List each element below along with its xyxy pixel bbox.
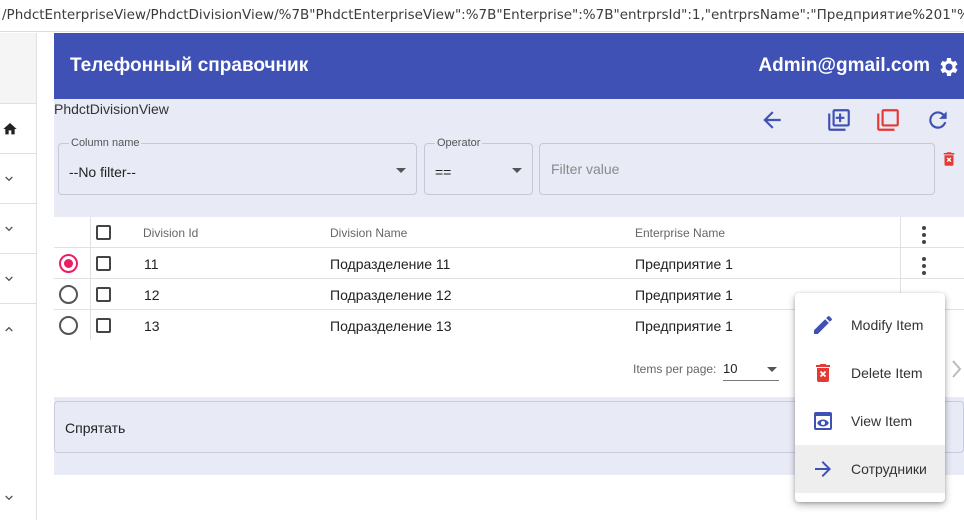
dropdown-arrow-icon (396, 168, 406, 173)
column-name-label: Column name (69, 137, 142, 149)
division-id-cell: 12 (144, 287, 160, 303)
menu-item-label: Сотрудники (851, 461, 927, 477)
table-row[interactable]: 11 Подразделение 11 Предприятие 1 (54, 248, 964, 279)
chevron-down-icon (5, 495, 13, 501)
arrow-right-icon (815, 461, 831, 477)
column-header-enterprise-name[interactable]: Enterprise Name (635, 226, 725, 240)
table-header-row: Division Id Division Name Enterprise Nam… (54, 217, 964, 248)
column-name-select[interactable]: Column name --No filter-- (58, 137, 417, 195)
column-name-value: --No filter-- (69, 164, 136, 180)
row-checkbox[interactable] (96, 256, 111, 271)
menu-item-label: View Item (851, 413, 913, 429)
address-bar[interactable]: /PhdctEnterpriseView/PhdctDivisionView/%… (0, 0, 964, 32)
items-per-page-select[interactable]: 10 (723, 361, 779, 381)
app-header: Телефонный справочник Admin@gmail.com (54, 33, 964, 99)
division-name-cell: Подразделение 12 (330, 287, 452, 303)
filter-value-placeholder: Filter value (551, 161, 620, 177)
row-radio[interactable] (59, 285, 78, 304)
enterprise-name-cell: Предприятие 1 (635, 318, 733, 334)
view-name: PhdctDivisionView (54, 101, 169, 117)
operator-select[interactable]: Operator == (424, 137, 533, 195)
select-all-icon[interactable] (875, 107, 901, 133)
menu-item-modify[interactable]: Modify Item (795, 301, 945, 349)
hide-label: Спрятать (65, 420, 126, 436)
chevron-down-icon (5, 176, 13, 182)
sidebar-item-expand-3[interactable] (0, 254, 36, 304)
filter-value-input[interactable]: Filter value (539, 143, 935, 195)
dropdown-arrow-icon (512, 168, 522, 173)
sidebar (0, 33, 37, 520)
menu-item-view[interactable]: View Item (795, 397, 945, 445)
sidebar-item-expand-1[interactable] (0, 154, 36, 204)
user-email[interactable]: Admin@gmail.com (758, 55, 930, 77)
view-icon (814, 412, 832, 430)
home-icon (3, 123, 17, 135)
refresh-icon[interactable] (925, 107, 951, 133)
division-name-cell: Подразделение 11 (330, 256, 451, 272)
menu-item-employees[interactable]: Сотрудники (795, 445, 945, 493)
row-context-menu: Modify Item Delete Item View Item Сотруд… (795, 293, 945, 502)
sidebar-top (0, 33, 36, 104)
division-name-cell: Подразделение 13 (330, 318, 452, 334)
division-id-cell: 13 (144, 318, 160, 334)
pencil-icon (814, 316, 832, 334)
filter-panel: PhdctDivisionView Column name --No filte… (54, 99, 964, 217)
menu-item-label: Delete Item (851, 365, 923, 381)
sidebar-item-home[interactable] (0, 104, 36, 154)
row-radio[interactable] (59, 316, 78, 335)
sidebar-item-collapse[interactable] (0, 304, 36, 354)
row-more-icon[interactable] (922, 257, 926, 278)
header-more-icon[interactable] (922, 226, 926, 247)
operator-label: Operator (435, 137, 483, 149)
column-header-division-name[interactable]: Division Name (330, 226, 407, 240)
chevron-up-icon (5, 326, 13, 332)
delete-icon (816, 364, 830, 382)
row-radio[interactable] (59, 254, 78, 273)
row-checkbox[interactable] (96, 318, 111, 333)
chevron-down-icon (5, 276, 13, 282)
items-per-page-value: 10 (723, 361, 738, 376)
division-id-cell: 11 (144, 256, 159, 272)
row-checkbox[interactable] (96, 287, 111, 302)
operator-value: == (435, 164, 452, 180)
delete-filter-icon[interactable] (940, 149, 958, 169)
enterprise-name-cell: Предприятие 1 (635, 287, 733, 303)
chevron-down-icon (5, 226, 13, 232)
arrow-left-icon[interactable] (759, 107, 785, 133)
menu-item-label: Modify Item (851, 317, 924, 333)
sidebar-item-expand-2[interactable] (0, 204, 36, 254)
sidebar-item-expand-4[interactable] (0, 473, 36, 523)
next-page-icon[interactable] (951, 358, 963, 380)
filter-multiple-icon[interactable] (826, 107, 852, 133)
items-per-page-label: Items per page: (633, 362, 717, 376)
enterprise-name-cell: Предприятие 1 (635, 256, 733, 272)
gear-icon[interactable] (936, 55, 960, 79)
column-header-division-id[interactable]: Division Id (143, 226, 198, 240)
select-all-checkbox[interactable] (96, 225, 111, 240)
app-title: Телефонный справочник (70, 55, 309, 76)
menu-item-delete[interactable]: Delete Item (795, 349, 945, 397)
